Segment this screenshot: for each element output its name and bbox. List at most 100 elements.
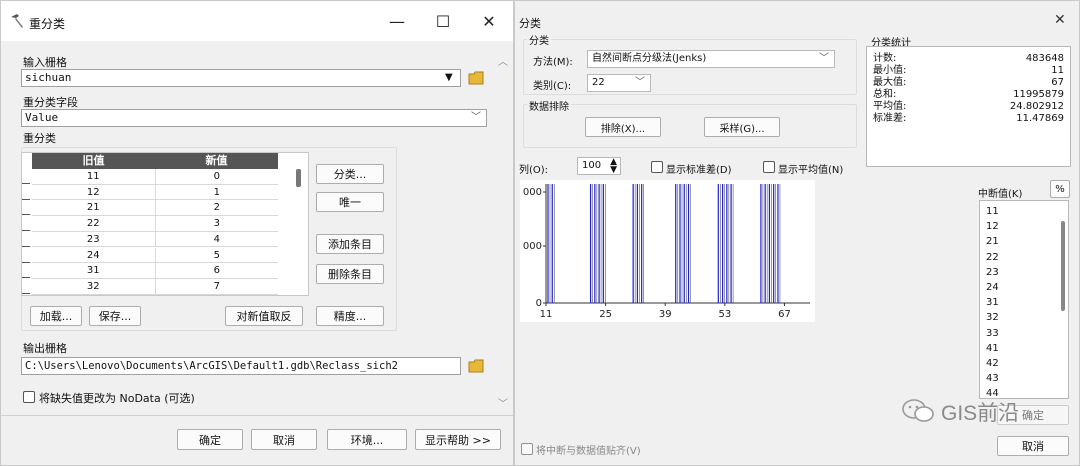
show-std-label: 显示标准差(D) [666, 165, 732, 176]
table-row[interactable]: 23 4 [32, 231, 279, 248]
break-item[interactable]: 23 [980, 265, 1068, 280]
sample-button[interactable]: 采样(G)... [704, 117, 780, 137]
break-item[interactable]: 41 [980, 341, 1068, 356]
x-tick-label: 53 [718, 309, 731, 320]
row-marker [22, 245, 30, 247]
scroll-up-icon[interactable]: ︿ [498, 53, 508, 68]
reclass-table[interactable]: 旧值 新值 11 0 12 1 21 2 22 3 23 4 24 5 31 6 32 7 [21, 152, 309, 296]
break-item[interactable]: 24 [980, 280, 1068, 295]
old-value-cell[interactable]: 21 [32, 200, 156, 216]
cancel-button[interactable]: 取消 [251, 429, 317, 450]
stat-key: 平均值: [873, 101, 907, 112]
dropdown-arrow-icon[interactable]: ▼ [445, 72, 453, 83]
table-scrollbar[interactable] [296, 169, 301, 187]
old-value-cell[interactable]: 22 [32, 216, 156, 231]
stat-value: 11 [1051, 65, 1064, 76]
wechat-icon [901, 398, 935, 427]
add-entry-button[interactable]: 添加条目 [316, 234, 384, 254]
table-row[interactable]: 12 1 [32, 184, 279, 201]
maximize-button[interactable]: ☐ [420, 1, 466, 41]
input-raster-field[interactable]: sichuan [21, 69, 461, 87]
old-value-cell[interactable]: 31 [32, 263, 156, 278]
row-marker [22, 183, 30, 184]
folder-icon[interactable] [468, 359, 484, 376]
stat-row: 计数: 483648 [873, 53, 1064, 65]
save-button[interactable]: 保存... [89, 306, 141, 326]
snap-checkbox[interactable] [521, 443, 533, 455]
ok-button[interactable]: 确定 [177, 429, 243, 450]
new-value-cell[interactable]: 1 [156, 185, 279, 200]
precision-button[interactable]: 精度... [316, 306, 384, 326]
close-button[interactable]: ✕ [466, 1, 512, 41]
histogram-svg[interactable]: 000000011 25 39 53 67 [520, 180, 815, 322]
table-row[interactable]: 32 7 [32, 278, 279, 295]
new-value-cell[interactable]: 5 [156, 248, 279, 263]
table-row[interactable]: 24 5 [32, 247, 279, 264]
output-raster-label: 输出栅格 [23, 342, 67, 355]
method-select[interactable]: 自然间断点分级法(Jenks) ﹀ [587, 50, 835, 68]
show-mean-label: 显示平均值(N) [778, 165, 844, 176]
break-item[interactable]: 33 [980, 326, 1068, 341]
new-value-cell[interactable]: 7 [156, 279, 279, 294]
break-item[interactable]: 11 [980, 204, 1068, 219]
folder-icon[interactable] [468, 71, 484, 88]
old-value-cell[interactable]: 24 [32, 247, 156, 263]
x-tick-label: 25 [599, 309, 612, 320]
percent-button[interactable]: % [1050, 180, 1070, 198]
row-marker [22, 292, 30, 294]
classes-label: 类别(C): [533, 81, 572, 92]
load-button[interactable]: 加载... [30, 306, 82, 326]
show-help-button[interactable]: 显示帮助 >> [415, 429, 501, 450]
classify-button[interactable]: 分类... [316, 164, 384, 184]
classes-select[interactable]: 22 ﹀ [587, 74, 651, 92]
stat-key: 计数: [873, 53, 897, 64]
stepper-arrows-icon[interactable]: ▲ ▼ [610, 158, 617, 175]
new-value-cell[interactable]: 4 [156, 232, 279, 247]
old-value-cell[interactable]: 32 [32, 278, 156, 294]
reclass-field-select[interactable]: Value ﹀ [21, 109, 487, 127]
delete-entry-button[interactable]: 删除条目 [316, 264, 384, 284]
cancel-button[interactable]: 取消 [997, 436, 1069, 456]
unique-button[interactable]: 唯一 [316, 192, 384, 212]
break-item[interactable]: 32 [980, 310, 1068, 325]
new-value-cell[interactable]: 6 [156, 263, 279, 278]
minimize-button[interactable]: — [374, 1, 420, 41]
exclude-button[interactable]: 排除(X)... [585, 117, 661, 137]
table-row[interactable]: 31 6 [32, 263, 278, 279]
stat-row: 平均值: 24.802912 [873, 101, 1064, 113]
breaks-list[interactable]: 11 12 21 22 23 24 31 32 33 41 42 43 44 [979, 200, 1069, 399]
row-marker [22, 261, 30, 263]
new-value-cell[interactable]: 0 [156, 169, 279, 184]
show-std-checkbox[interactable] [651, 161, 663, 173]
nodata-checkbox[interactable] [23, 391, 35, 403]
nodata-label: 将缺失值更改为 NoData (可选) [39, 392, 195, 405]
break-item[interactable]: 22 [980, 250, 1068, 265]
table-row[interactable]: 22 3 [32, 216, 278, 232]
breaks-scrollbar[interactable] [1061, 221, 1065, 311]
output-raster-field[interactable]: C:\Users\Lenovo\Documents\ArcGIS\Default… [21, 357, 461, 375]
reverse-new-values-button[interactable]: 对新值取反 [225, 306, 303, 326]
table-row[interactable]: 21 2 [32, 200, 279, 217]
row-marker [22, 277, 30, 279]
show-mean-checkbox[interactable] [763, 161, 775, 173]
new-value-cell[interactable]: 2 [156, 200, 279, 215]
scroll-down-icon[interactable]: ﹀ [498, 395, 508, 410]
close-icon[interactable]: ✕ [1054, 12, 1066, 28]
break-item[interactable]: 12 [980, 219, 1068, 234]
table-row[interactable]: 11 0 [32, 169, 278, 185]
old-value-cell[interactable]: 23 [32, 231, 156, 247]
chevron-down-icon: ﹀ [635, 77, 645, 88]
new-value-cell[interactable]: 3 [156, 216, 279, 231]
break-item[interactable]: 43 [980, 371, 1068, 386]
old-value-cell[interactable]: 11 [32, 169, 156, 184]
break-item[interactable]: 31 [980, 295, 1068, 310]
histogram-chart[interactable]: 0 000 000 11 25 39 53 67 [520, 180, 815, 322]
environment-button[interactable]: 环境... [327, 429, 407, 450]
old-value-cell[interactable]: 12 [32, 184, 156, 200]
row-marker [22, 230, 30, 232]
columns-stepper[interactable]: 100 ▲ ▼ [577, 157, 621, 175]
break-item[interactable]: 42 [980, 356, 1068, 371]
break-item[interactable]: 21 [980, 234, 1068, 249]
reclassify-dialog: 重分类 — ☐ ✕ 输入栅格 sichuan ▼ ︿ 重分类字段 Value ﹀… [0, 0, 514, 466]
table-header: 旧值 新值 [32, 153, 278, 169]
